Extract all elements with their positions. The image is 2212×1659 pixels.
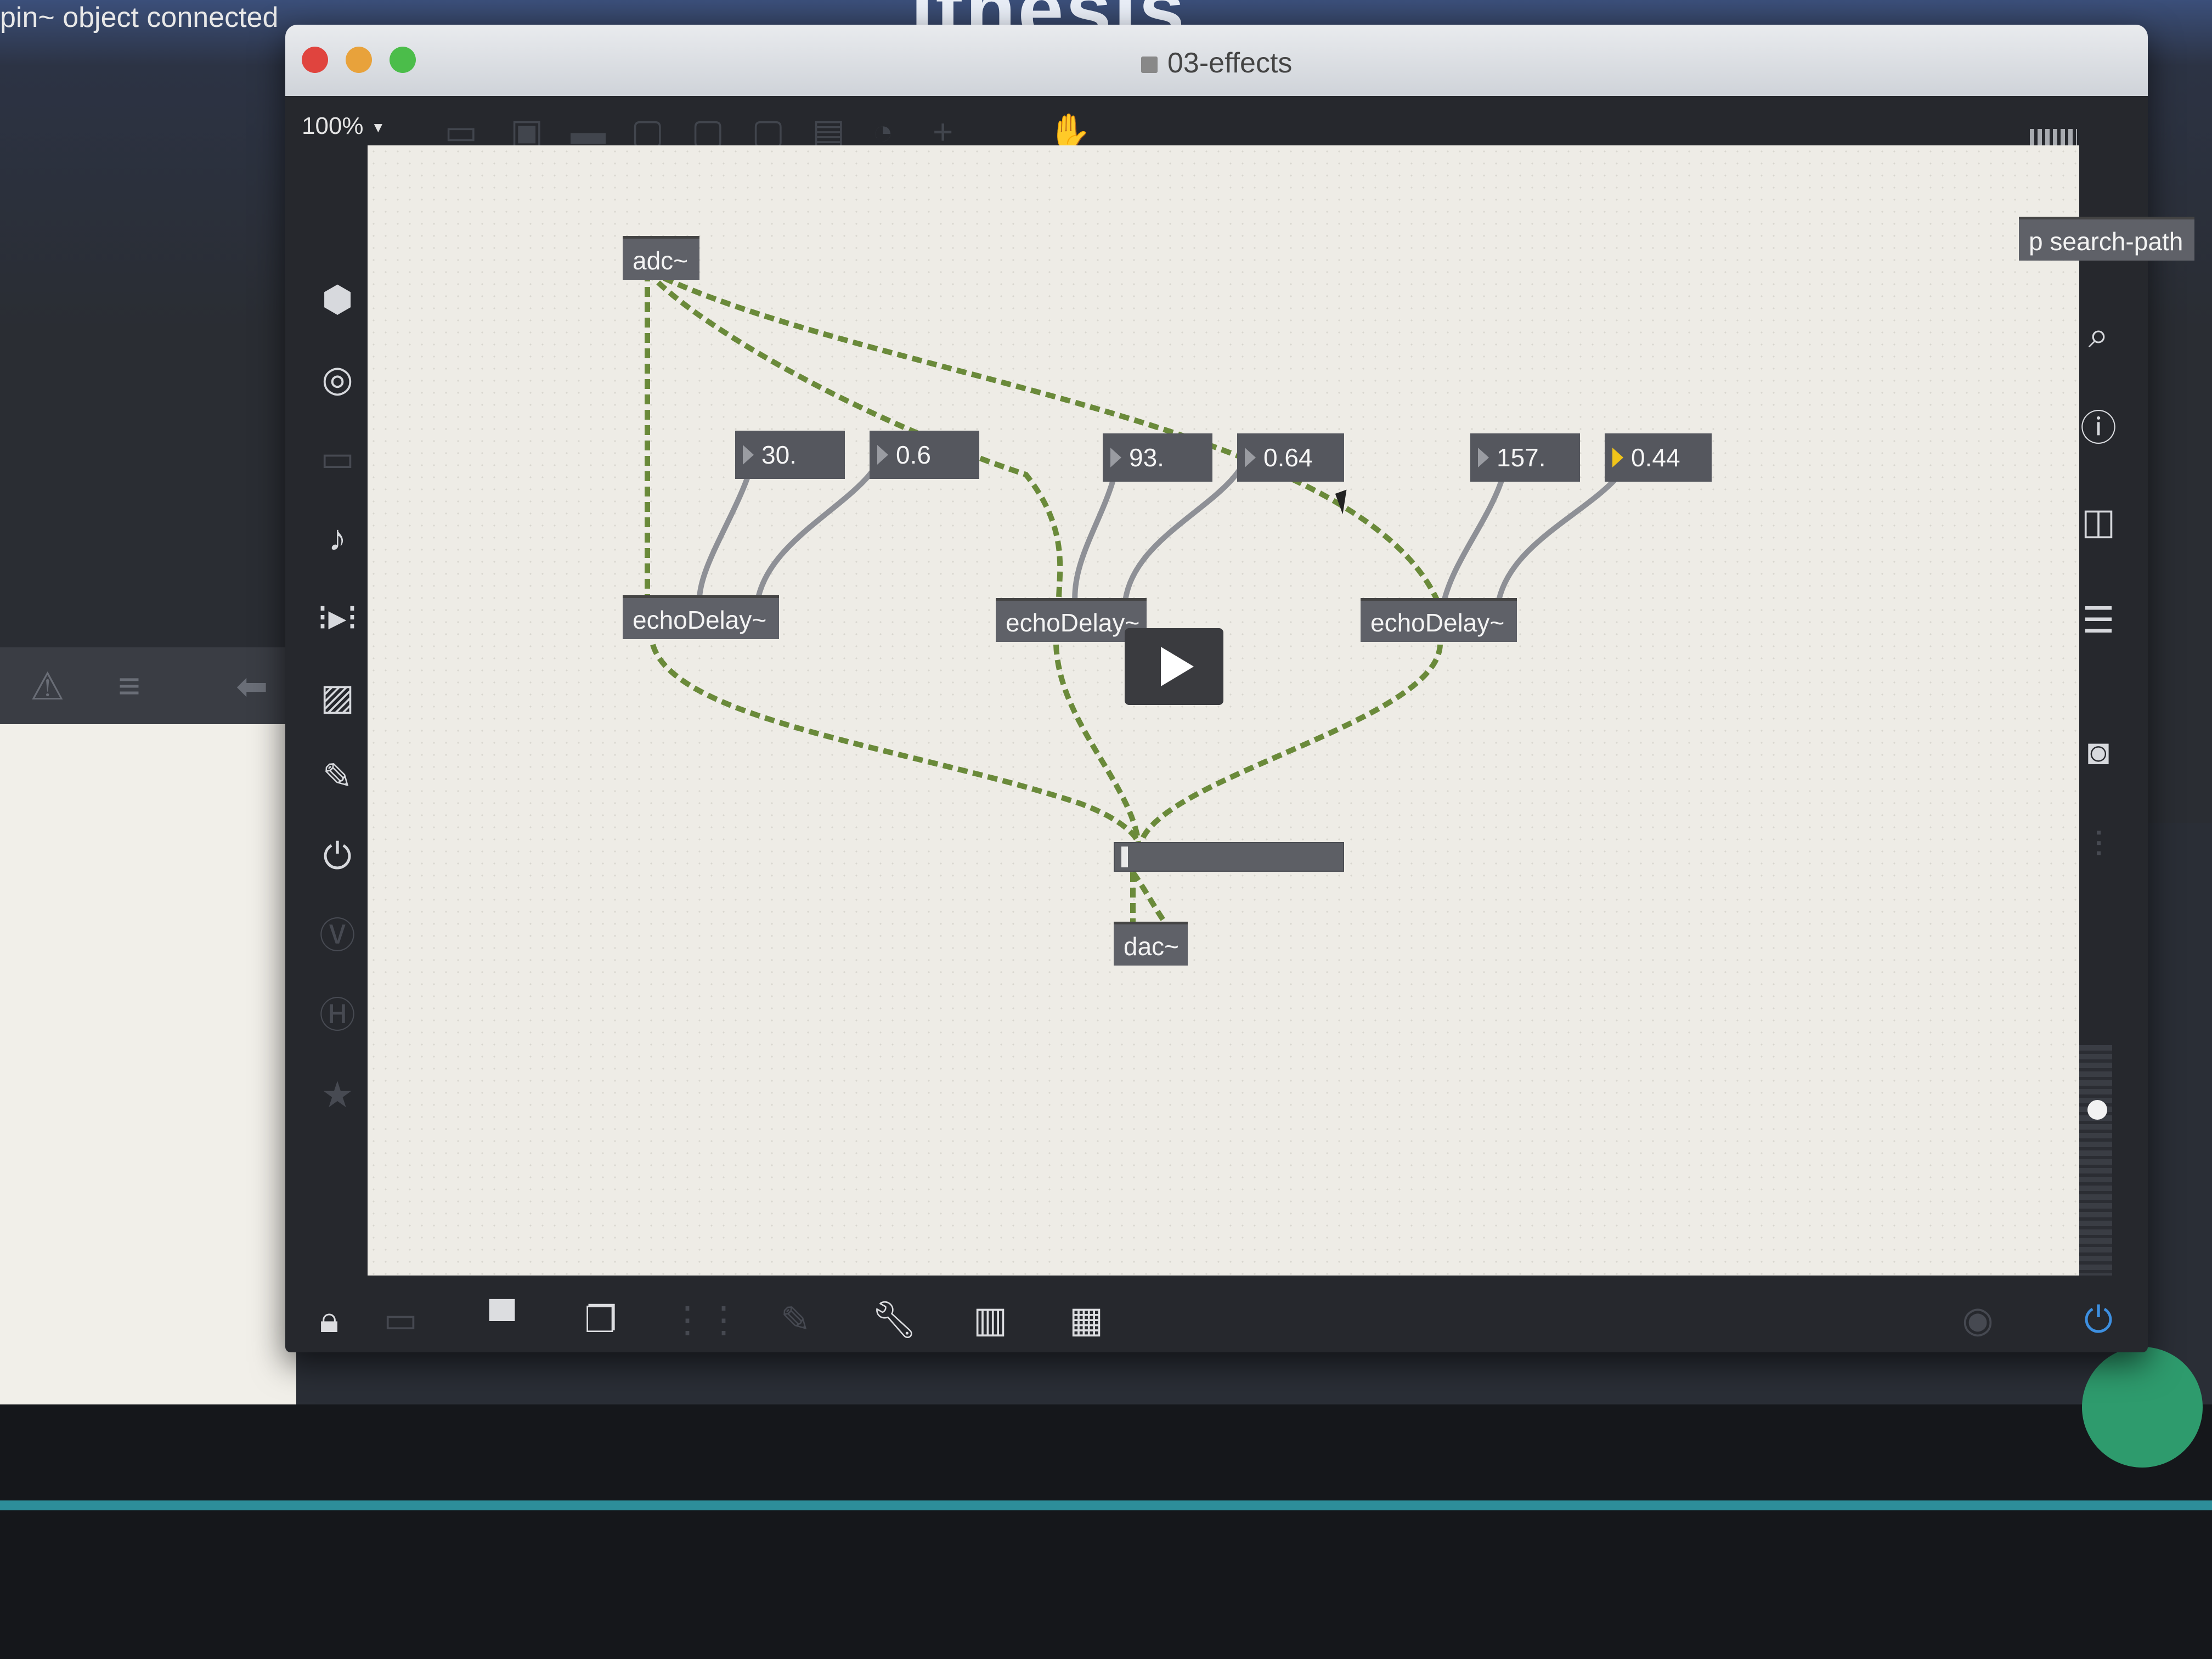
play-icon[interactable]: ◉ bbox=[1950, 1292, 2005, 1347]
number-value: 0.44 bbox=[1631, 443, 1680, 472]
number-arrow-icon bbox=[1612, 448, 1623, 467]
image-icon[interactable]: ▨ bbox=[307, 672, 368, 721]
search-path-subpatch[interactable]: p search-path bbox=[2019, 217, 2194, 261]
max-patcher-window: 03-effects 100% ▼ ▭ ▣ ▬ ▢ ▢ ▢ ▤ ◔ + ✋ ⬢ ◎… bbox=[285, 25, 2194, 1352]
windows-icon[interactable]: ❐ bbox=[573, 1292, 628, 1347]
wrench-icon[interactable]: 🔧︎ bbox=[867, 1292, 922, 1347]
number-box-feedback-3[interactable]: 0.44 bbox=[1605, 433, 1712, 482]
plug-icon[interactable]: ⏻ bbox=[307, 831, 368, 881]
minimize-button[interactable] bbox=[346, 47, 372, 73]
floating-action-button[interactable] bbox=[2082, 1347, 2203, 1468]
gain-slider[interactable] bbox=[1114, 842, 1344, 872]
window-title-text: 03-effects bbox=[1167, 47, 1293, 79]
taskbar-line bbox=[0, 1500, 2212, 1510]
number-box-delay-2[interactable]: 93. bbox=[1103, 433, 1212, 482]
play-icon bbox=[1161, 647, 1194, 686]
echo-delay-object-3[interactable]: echoDelay~ bbox=[1361, 598, 1517, 642]
number-arrow-icon bbox=[1110, 448, 1121, 467]
keyboard-icon[interactable]: ▦ bbox=[1059, 1292, 1114, 1347]
adc-object[interactable]: adc~ bbox=[623, 236, 699, 280]
number-arrow-icon bbox=[1245, 448, 1256, 467]
arrow-left-icon: ⬅ bbox=[236, 665, 268, 708]
signal-cord bbox=[650, 644, 1141, 844]
v-icon[interactable]: Ⓥ bbox=[307, 911, 368, 960]
maximize-button[interactable] bbox=[390, 47, 416, 73]
number-box-delay-1[interactable]: 30. bbox=[735, 431, 845, 479]
target-icon[interactable]: ◎ bbox=[307, 354, 368, 403]
piano-icon[interactable]: ▥ bbox=[963, 1292, 1018, 1347]
pencil-icon[interactable]: ✎ bbox=[768, 1292, 823, 1347]
list-icon: ≡ bbox=[118, 664, 140, 707]
screen-bezel bbox=[0, 1404, 2212, 1659]
signal-cord bbox=[645, 269, 1063, 601]
star-icon[interactable]: ★ bbox=[307, 1070, 368, 1119]
number-value: 30. bbox=[761, 441, 797, 469]
dac-object[interactable]: dac~ bbox=[1114, 922, 1188, 966]
echo-delay-object-1[interactable]: echoDelay~ bbox=[623, 595, 779, 639]
number-value: 157. bbox=[1497, 443, 1546, 472]
warning-icon: ⚠ bbox=[30, 665, 65, 708]
number-value: 93. bbox=[1129, 443, 1164, 472]
volume-slider[interactable] bbox=[2079, 1045, 2112, 1276]
package-icon[interactable]: ⬢ bbox=[307, 274, 368, 324]
number-arrow-icon bbox=[1478, 448, 1489, 467]
lock-icon[interactable]: 🔒︎ bbox=[302, 1292, 357, 1347]
signal-cord bbox=[1130, 871, 1171, 929]
patch-cords bbox=[645, 269, 1638, 929]
background-toolbar: ⚠ ≡ ⬅ bbox=[0, 647, 296, 724]
number-value: 0.64 bbox=[1263, 443, 1313, 472]
status-message: pin~ object connected bbox=[0, 2, 279, 33]
chevron-down-icon: ▼ bbox=[371, 119, 386, 136]
power-icon[interactable]: ⏻ bbox=[2071, 1292, 2126, 1347]
document-icon bbox=[1141, 57, 1158, 74]
grid-icon[interactable]: ⋮⋮ bbox=[669, 1292, 742, 1347]
title-bar: 03-effects bbox=[285, 25, 2148, 96]
patch-canvas[interactable]: adc~ p search-path 30. 0.6 93. 0.64 157.… bbox=[368, 145, 2194, 1276]
video-play-button[interactable] bbox=[1125, 628, 1223, 705]
film-icon[interactable]: ▭ bbox=[307, 433, 368, 483]
number-box-feedback-2[interactable]: 0.64 bbox=[1237, 433, 1344, 482]
paperclip-icon[interactable]: ✎ bbox=[307, 752, 368, 801]
h-icon[interactable]: Ⓗ bbox=[307, 990, 368, 1040]
presentation-icon[interactable]: ▀ bbox=[475, 1292, 529, 1347]
number-box-delay-3[interactable]: 157. bbox=[1470, 433, 1580, 482]
zoom-menu[interactable]: 100% ▼ bbox=[302, 112, 385, 140]
edit-icon[interactable]: ▭ bbox=[373, 1292, 428, 1347]
sequence-icon[interactable]: ⁝▸⁝ bbox=[307, 592, 368, 642]
zoom-value: 100% bbox=[302, 112, 364, 139]
number-value: 0.6 bbox=[896, 441, 931, 469]
background-panel bbox=[0, 724, 296, 1437]
volume-slider-knob[interactable] bbox=[2087, 1100, 2107, 1120]
window-title: 03-effects bbox=[1141, 47, 1292, 80]
gain-slider-knob[interactable] bbox=[1121, 847, 1128, 867]
number-arrow-icon bbox=[877, 445, 888, 465]
music-note-icon[interactable]: ♪ bbox=[307, 513, 368, 562]
number-box-feedback-1[interactable]: 0.6 bbox=[870, 431, 979, 479]
number-arrow-icon bbox=[743, 445, 754, 465]
close-button[interactable] bbox=[302, 47, 328, 73]
echo-delay-object-2[interactable]: echoDelay~ bbox=[996, 598, 1147, 642]
